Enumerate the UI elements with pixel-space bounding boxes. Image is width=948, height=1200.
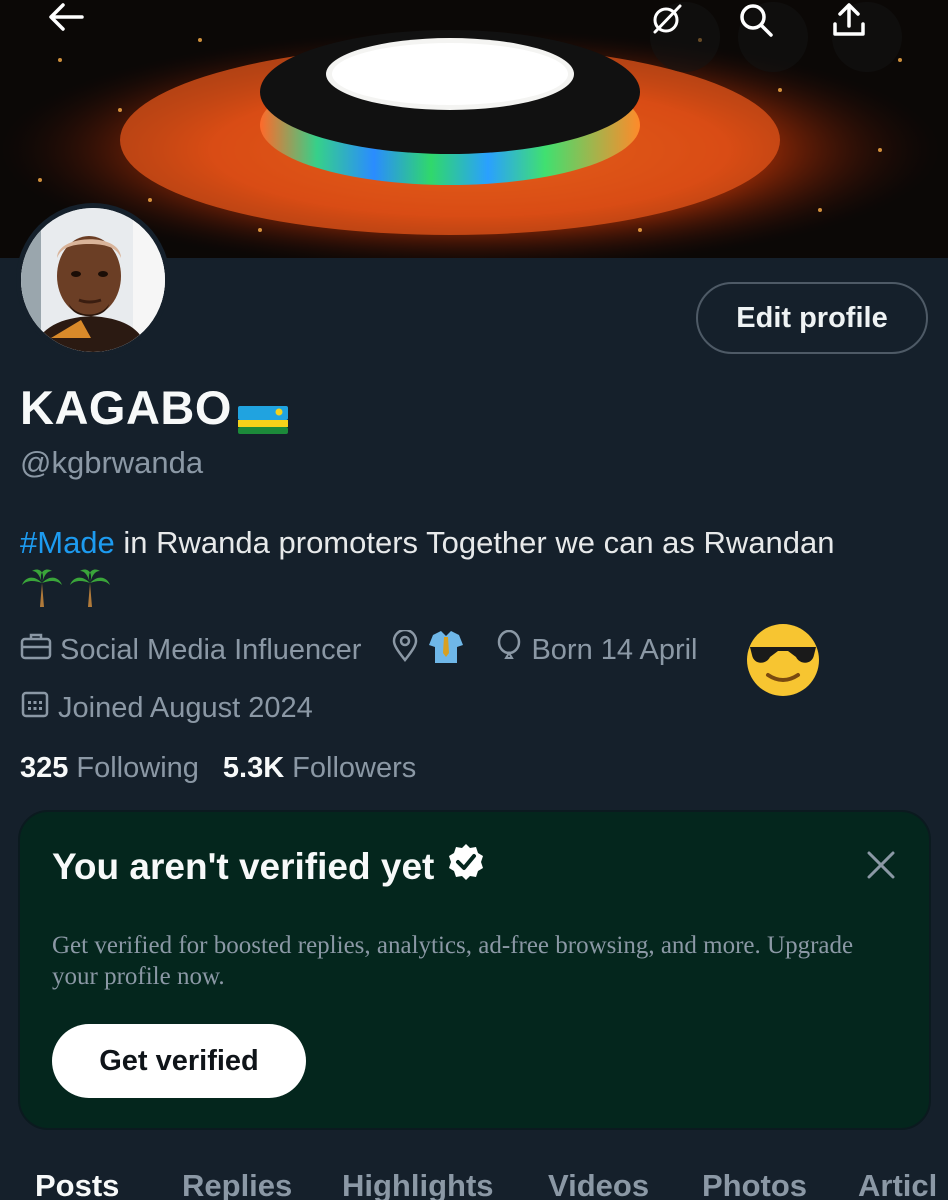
tab-replies[interactable]: Replies <box>182 1168 292 1200</box>
profile-birthday: Born 14 April <box>495 629 698 670</box>
profile-name-text: KAGABO <box>20 381 232 434</box>
verification-card: You aren't verified yet Get verified for… <box>18 810 931 1130</box>
palm-tree-icon <box>20 565 64 621</box>
follow-stats: 325 Following 5.3K Followers <box>20 752 416 785</box>
calendar-icon <box>20 689 50 727</box>
tab-posts[interactable]: Posts <box>35 1168 119 1200</box>
profile-location <box>391 627 465 673</box>
bio-text: in Rwanda promoters Together we can as R… <box>114 525 835 560</box>
bio-hashtag-link[interactable]: #Made <box>20 525 115 560</box>
avatar[interactable] <box>16 203 170 357</box>
profile-handle: @kgbrwanda <box>20 445 204 480</box>
profile-banner[interactable] <box>0 0 948 258</box>
briefcase-icon <box>20 631 52 669</box>
share-button[interactable] <box>832 2 902 72</box>
location-pin-icon <box>391 628 419 670</box>
verification-title: You aren't verified yet <box>52 842 486 891</box>
tab-videos[interactable]: Videos <box>548 1168 649 1200</box>
search-button[interactable] <box>738 2 808 72</box>
edit-profile-button[interactable]: Edit profile <box>696 282 928 354</box>
profile-meta-row: Social Media Influencer Born 14 April <box>20 628 728 672</box>
verification-text: Get verified for boosted replies, analyt… <box>52 932 854 990</box>
back-button[interactable] <box>48 2 118 72</box>
profile-joined: Joined August 2024 <box>20 686 313 730</box>
profile-category: Social Media Influencer <box>20 631 361 669</box>
tab-highlights[interactable]: Highlights <box>342 1168 494 1200</box>
palm-tree-icon <box>68 565 112 621</box>
get-verified-button[interactable]: Get verified <box>52 1024 306 1098</box>
avatar-image <box>21 208 165 352</box>
tab-photos[interactable]: Photos <box>702 1168 807 1200</box>
balloon-icon <box>495 629 523 670</box>
verified-badge-icon <box>434 842 486 891</box>
profile-name: KAGABO <box>20 380 288 435</box>
profile-tabs: Posts Replies Highlights Videos Photos A… <box>0 1160 948 1200</box>
tab-articles[interactable]: Articl <box>858 1168 937 1200</box>
following-link[interactable]: 325 Following <box>20 752 199 785</box>
necktie-shirt-emoji <box>427 627 465 673</box>
profile-bio: #Made in Rwanda promoters Together we ca… <box>20 521 935 621</box>
grok-button[interactable] <box>650 2 720 72</box>
rwanda-flag-icon <box>237 392 288 434</box>
sunglasses-emoji <box>744 621 822 704</box>
followers-link[interactable]: 5.3K Followers <box>223 752 416 785</box>
close-icon[interactable] <box>866 850 896 885</box>
